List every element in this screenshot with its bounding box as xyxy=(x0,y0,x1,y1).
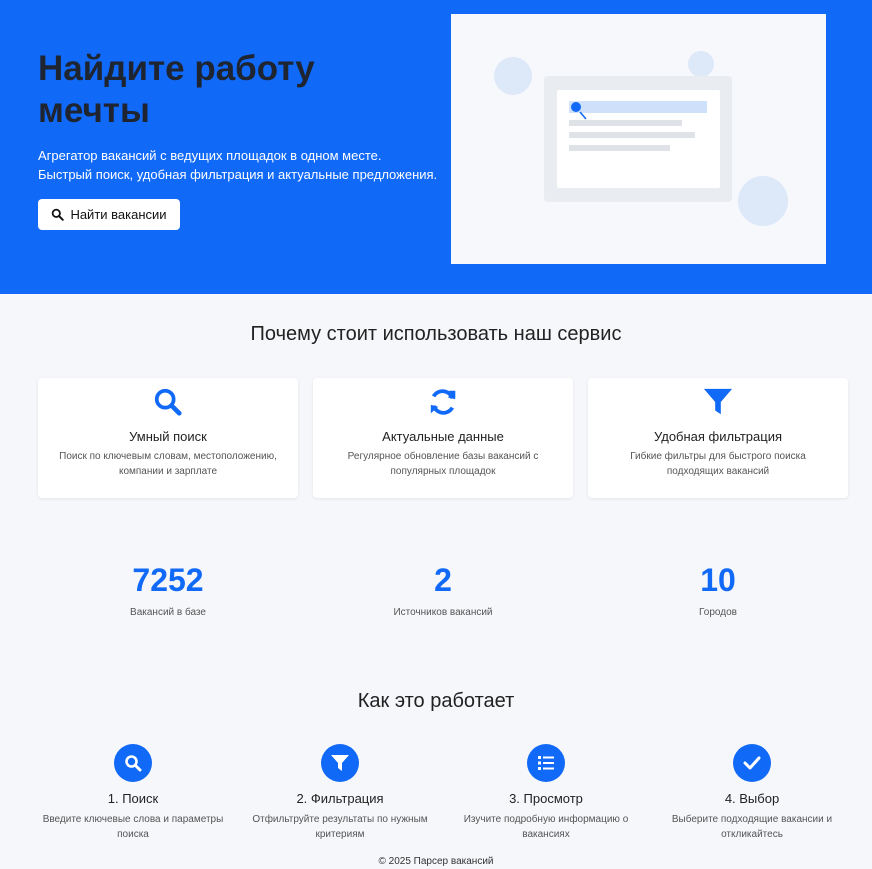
feature-card-actual-data: Актуальные данные Регулярное обновление … xyxy=(313,378,573,498)
feature-description: Гибкие фильтры для быстрого поиска подхо… xyxy=(630,451,806,477)
step-icon-circle xyxy=(114,744,152,782)
search-icon xyxy=(52,208,65,221)
feature-card-filtering: Удобная фильтрация Гибкие фильтры для бы… xyxy=(588,378,848,498)
find-jobs-button[interactable]: Найти вакансии xyxy=(38,199,180,230)
step-filter: 2. Фильтрация Отфильтруйте результаты по… xyxy=(240,744,440,842)
stat-value: 10 xyxy=(700,562,736,598)
step-title: 3. Просмотр xyxy=(509,791,583,806)
footer-copyright: © 2025 Парсер вакансий xyxy=(378,856,494,867)
hero-subtitle: Агрегатор вакансий с ведущих площадок в … xyxy=(38,148,438,182)
why-section-title: Почему стоит использовать наш сервис xyxy=(250,323,622,345)
step-icon-circle xyxy=(321,744,359,782)
step-icon-circle xyxy=(527,744,565,782)
search-icon xyxy=(125,755,142,772)
footer: © 2025 Парсер вакансий xyxy=(0,856,872,867)
stat-vacancies: 7252 Вакансий в базе xyxy=(38,560,298,618)
step-view: 3. Просмотр Изучите подробную информацию… xyxy=(446,744,646,842)
step-icon-circle xyxy=(733,744,771,782)
feature-title: Удобная фильтрация xyxy=(653,429,783,444)
feature-description: Регулярное обновление базы вакансий с по… xyxy=(347,451,539,477)
step-description: Выберите подходящие вакансии и откликайт… xyxy=(671,814,833,840)
feature-title: Актуальные данные xyxy=(382,429,504,444)
step-description: Отфильтруйте результаты по нужным критер… xyxy=(252,814,428,840)
step-description: Введите ключевые слова и параметры поиск… xyxy=(42,814,224,840)
step-title: 4. Выбор xyxy=(724,791,780,806)
filter-icon xyxy=(331,755,349,771)
feature-card-smart-search: Умный поиск Поиск по ключевым словам, ме… xyxy=(38,378,298,498)
step-search: 1. Поиск Введите ключевые слова и параме… xyxy=(33,744,233,842)
stat-label: Вакансий в базе xyxy=(130,607,206,618)
step-choose: 4. Выбор Выберите подходящие вакансии и … xyxy=(652,744,852,842)
stat-value: 2 xyxy=(434,562,452,598)
check-icon xyxy=(743,756,761,770)
stat-label: Источников вакансий xyxy=(393,607,493,618)
hero-section: Найдите работу мечты Агрегатор вакансий … xyxy=(0,0,872,294)
hero-illustration xyxy=(451,14,826,264)
hero-title: Найдите работу мечты xyxy=(38,49,315,130)
stat-label: Городов xyxy=(699,607,737,618)
list-icon xyxy=(538,756,554,770)
step-description: Изучите подробную информацию о вакансиях xyxy=(463,814,629,840)
step-title: 1. Поиск xyxy=(107,791,159,806)
filter-icon xyxy=(703,388,733,415)
find-jobs-button-label: Найти вакансии xyxy=(70,207,167,222)
search-icon xyxy=(154,388,182,416)
how-section-title: Как это работает xyxy=(357,690,515,712)
feature-title: Умный поиск xyxy=(129,429,207,444)
stat-sources: 2 Источников вакансий xyxy=(313,560,573,618)
step-title: 2. Фильтрация xyxy=(296,791,384,806)
refresh-icon xyxy=(430,389,456,415)
stat-cities: 10 Городов xyxy=(588,560,848,618)
feature-description: Поиск по ключевым словам, местоположению… xyxy=(59,451,277,477)
stat-value: 7252 xyxy=(132,562,204,598)
